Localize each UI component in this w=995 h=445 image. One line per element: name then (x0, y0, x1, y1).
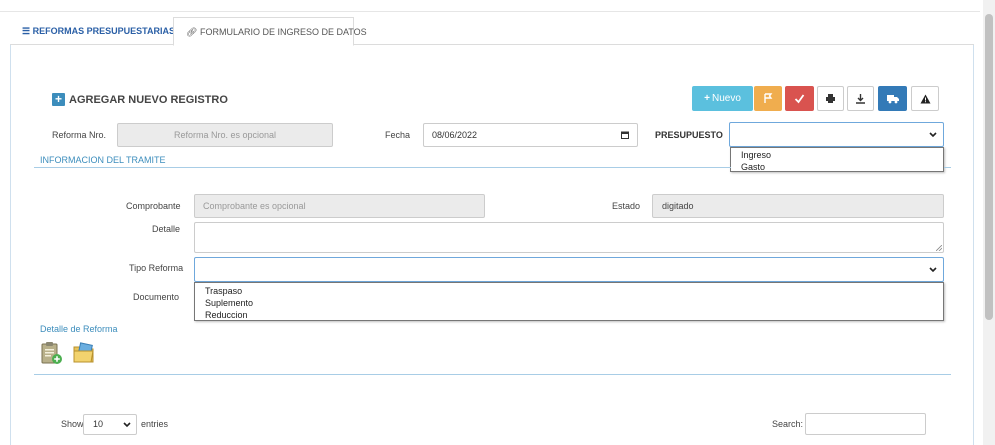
presupuesto-label: PRESUPUESTO (655, 130, 723, 140)
print-icon (826, 94, 835, 103)
list-icon: ☰ (22, 26, 31, 36)
clipboard-add-icon (41, 342, 62, 364)
confirm-button[interactable] (785, 86, 814, 111)
tipo-reforma-dropdown: Traspaso Suplemento Reduccion (194, 282, 944, 321)
link-icon: 🔗︎ (186, 27, 198, 37)
add-icon: + (52, 93, 65, 106)
detalle-textarea[interactable] (194, 222, 944, 253)
fecha-label: Fecha (385, 130, 411, 140)
presupuesto-option[interactable]: Gasto (731, 161, 943, 173)
transfer-button[interactable] (878, 86, 907, 111)
tab-reformas-presupuestarias[interactable]: ☰ REFORMAS PRESUPUESTARIAS (22, 26, 175, 37)
tipo-reforma-label: Tipo Reforma (129, 263, 184, 273)
detalle-divider (34, 374, 951, 375)
comprobante-placeholder: Comprobante es opcional (203, 201, 306, 211)
estado-input: digitado (652, 194, 944, 218)
tab-formulario-label: FORMULARIO DE INGRESO DE DATOS (199, 27, 367, 37)
comprobante-input[interactable]: Comprobante es opcional (194, 194, 485, 218)
tab-reformas-label: REFORMAS PRESUPUESTARIAS (32, 26, 175, 36)
alert-button[interactable] (911, 86, 939, 111)
section-tramite-title: INFORMACION DEL TRAMITE (40, 155, 166, 165)
chevron-down-icon (929, 132, 937, 138)
presupuesto-option[interactable]: Ingreso (731, 149, 943, 161)
approve-flag-button[interactable] (754, 86, 782, 111)
page: ☰ REFORMAS PRESUPUESTARIAS 🔗︎ FORMULARIO… (0, 0, 995, 445)
nuevo-button-label: Nuevo (711, 93, 741, 104)
presupuesto-select[interactable] (729, 122, 944, 147)
fecha-input[interactable]: 08/06/2022 (423, 123, 638, 147)
detalle-label: Detalle (152, 224, 181, 234)
nuevo-button[interactable]: + Nuevo (692, 86, 753, 111)
presupuesto-dropdown: Ingreso Gasto (730, 147, 944, 172)
top-divider (0, 11, 980, 12)
download-button[interactable] (847, 86, 874, 111)
section-divider (34, 167, 731, 168)
page-title: + AGREGAR NUEVO REGISTRO (52, 93, 228, 106)
reforma-input[interactable]: Reforma Nro. es opcional (117, 123, 333, 147)
page-title-text: AGREGAR NUEVO REGISTRO (69, 93, 228, 106)
warning-icon (920, 94, 930, 103)
entries-select[interactable]: 10 (83, 414, 137, 435)
search-input[interactable] (805, 413, 926, 435)
truck-icon (886, 94, 899, 103)
show-label: Show (61, 419, 84, 429)
folder-detail-button[interactable] (72, 341, 96, 370)
check-icon (794, 94, 805, 104)
section-divider-end (944, 167, 951, 168)
resize-handle-icon[interactable] (936, 245, 942, 251)
estado-value: digitado (662, 201, 694, 211)
calendar-icon[interactable] (621, 131, 629, 139)
chevron-down-icon (123, 422, 131, 428)
print-button[interactable] (817, 86, 844, 111)
entries-value: 10 (93, 419, 104, 429)
documento-label: Documento (133, 292, 180, 302)
entries-label: entries (141, 419, 169, 429)
tipo-reforma-option[interactable]: Traspaso (195, 285, 943, 297)
flag-check-icon (763, 93, 772, 103)
tipo-reforma-option[interactable]: Reduccion (195, 309, 943, 321)
reforma-label: Reforma Nro. (52, 130, 107, 140)
scrollbar-thumb[interactable] (985, 14, 993, 320)
comprobante-label: Comprobante (126, 201, 181, 211)
reforma-placeholder: Reforma Nro. es opcional (173, 130, 277, 140)
chevron-down-icon (929, 267, 937, 273)
add-detail-button[interactable] (40, 341, 64, 370)
detalle-reforma-title: Detalle de Reforma (40, 324, 118, 334)
estado-label: Estado (612, 201, 641, 211)
tipo-reforma-select[interactable] (194, 257, 944, 282)
tipo-reforma-option[interactable]: Suplemento (195, 297, 943, 309)
tab-formulario-ingreso[interactable]: 🔗︎ FORMULARIO DE INGRESO DE DATOS (173, 17, 367, 46)
fecha-value: 08/06/2022 (432, 130, 478, 140)
search-label: Search: (772, 419, 804, 429)
download-icon (856, 94, 865, 104)
folder-document-icon (73, 342, 94, 363)
plus-icon: + (704, 93, 710, 104)
